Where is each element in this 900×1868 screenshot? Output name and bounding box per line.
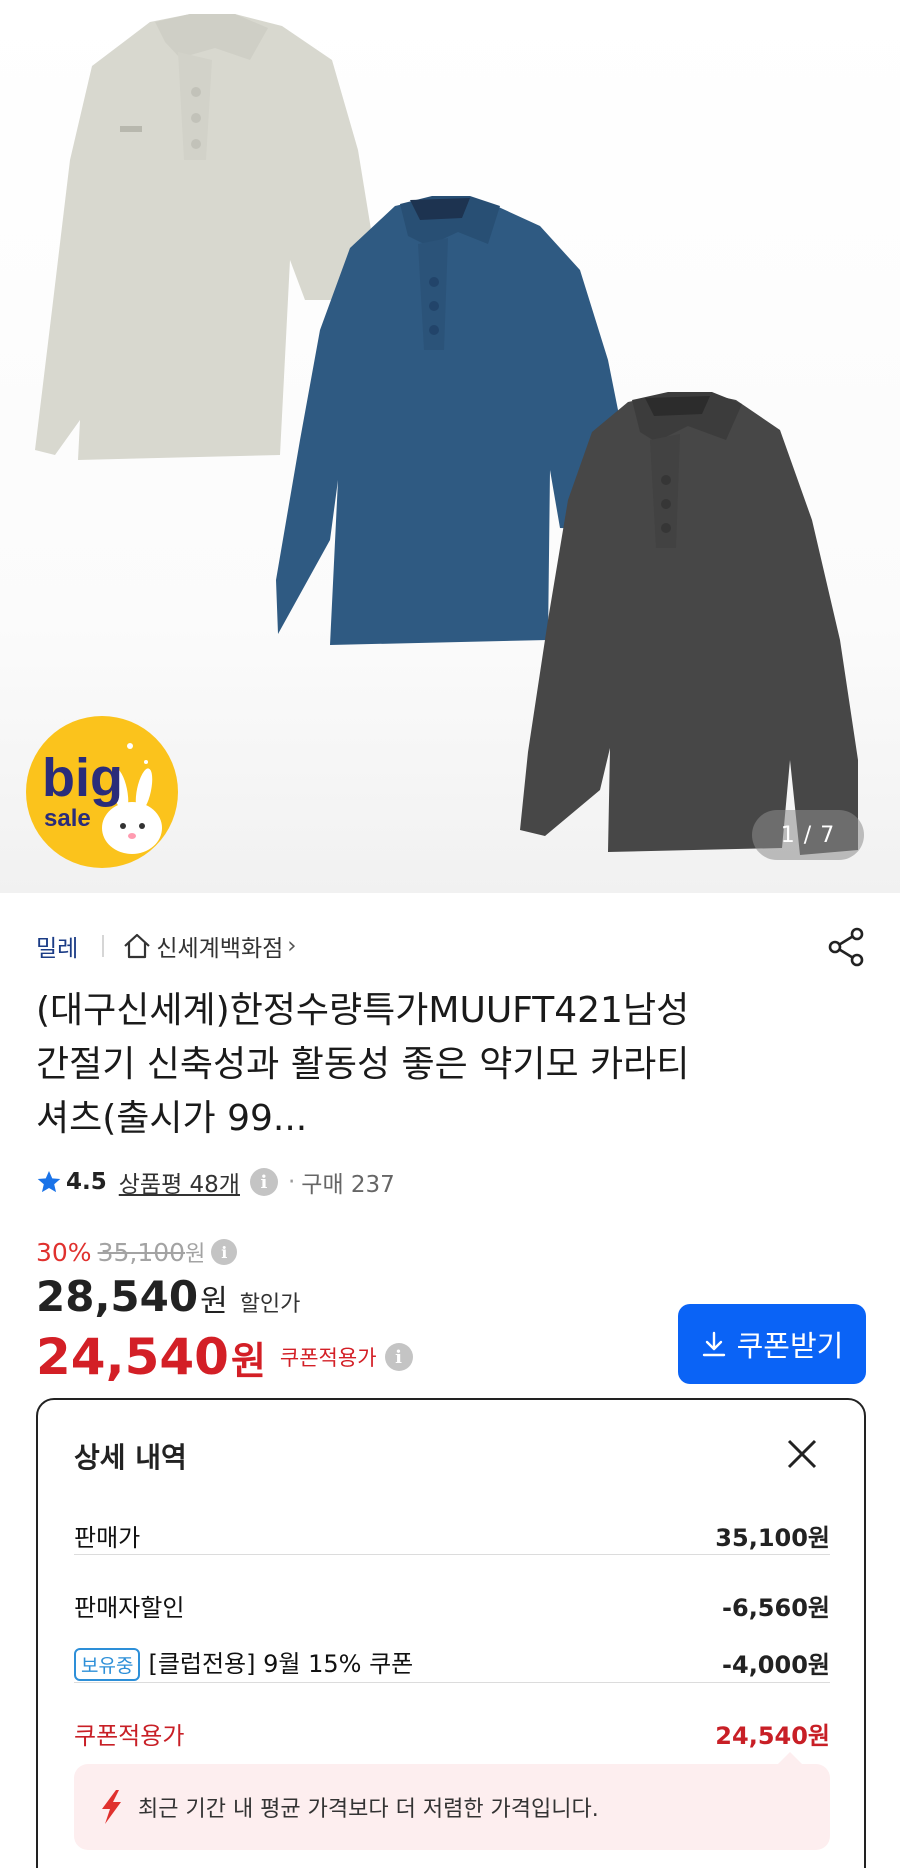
sale-price-unit: 원 <box>200 1284 228 1319</box>
original-price: 35,100 <box>97 1237 186 1267</box>
price-detail-panel: 상세 내역 판매가 35,100원 판매자할인 -6,560원 보유중 [클럽전용… <box>36 1398 866 1868</box>
product-title-line: 간절기 신축성과 활동성 좋은 약기모 카라티 <box>36 1044 690 1085</box>
product-title-line: 셔츠(출시가 99... <box>36 1098 308 1139</box>
lowest-price-text: 최근 기간 내 평균 가격보다 더 저렴한 가격입니다. <box>138 1797 599 1822</box>
star-icon <box>37 1170 61 1193</box>
owned-badge: 보유중 <box>74 1648 141 1681</box>
coupon-price-row: 24,540 원 쿠폰적용가 i <box>36 1326 413 1388</box>
detail-row-label: 판매자할인 <box>74 1594 185 1622</box>
detail-row-label: 쿠폰적용가 <box>74 1722 185 1750</box>
coupon-price-unit: 원 <box>230 1338 266 1383</box>
home-icon <box>124 933 151 959</box>
detail-row-coupon-price: 쿠폰적용가 24,540원 <box>74 1716 830 1751</box>
divider <box>102 935 105 957</box>
detail-row-value: -6,560원 <box>722 1594 830 1622</box>
divider <box>74 1554 830 1555</box>
badge-sale-text: sale <box>44 805 91 832</box>
separator-dot: · <box>287 1169 296 1195</box>
detail-row-list-price: 판매가 35,100원 <box>74 1518 830 1553</box>
detail-row-coupon: 보유중 [클럽전용] 9월 15% 쿠폰 -4,000원 <box>74 1644 830 1681</box>
store-link[interactable]: 신세계백화점 › <box>122 929 297 963</box>
image-counter: 1 / 7 <box>752 810 864 860</box>
close-icon[interactable] <box>784 1436 820 1472</box>
original-price-row: 30% 35,100 원 i <box>36 1236 238 1268</box>
product-title-line: (대구신세계)한정수량특가MUUFT421남성 <box>36 990 690 1031</box>
detail-row-value: 24,540원 <box>715 1722 830 1750</box>
chevron-right-icon: › <box>287 933 297 959</box>
coupon-price: 24,540 <box>36 1328 229 1386</box>
detail-row-seller-discount: 판매자할인 -6,560원 <box>74 1588 830 1623</box>
panel-title: 상세 내역 <box>74 1441 187 1474</box>
store-name: 신세계백화점 <box>156 936 284 962</box>
coupon-price-label: 쿠폰적용가 <box>279 1346 377 1370</box>
lowest-price-notice: 최근 기간 내 평균 가격보다 더 저렴한 가격입니다. <box>74 1764 830 1850</box>
coupon-name: [클럽전용] 9월 15% 쿠폰 <box>148 1650 414 1678</box>
coupon-download-button[interactable]: 쿠폰받기 <box>678 1304 866 1384</box>
divider <box>74 1682 830 1683</box>
sale-price-label: 할인가 <box>239 1292 301 1317</box>
discount-rate: 30% <box>36 1237 92 1267</box>
info-icon[interactable]: i <box>211 1239 238 1265</box>
purchase-count: 구매 237 <box>301 1172 395 1198</box>
badge-big-text: big <box>42 748 123 808</box>
sale-price-row: 28,540 원 할인가 <box>36 1272 300 1324</box>
sale-price: 28,540 <box>36 1272 199 1321</box>
reviews-link[interactable]: 상품평 48개 <box>119 1165 240 1199</box>
brand-link[interactable]: 밀레 <box>36 929 78 963</box>
rating-row: 4.5 상품평 48개 i · 구매 237 <box>36 1164 395 1200</box>
detail-row-label: 판매가 <box>74 1524 141 1552</box>
lightning-icon <box>102 1790 121 1824</box>
original-price-unit: 원 <box>185 1242 206 1267</box>
detail-row-value: 35,100원 <box>715 1524 830 1552</box>
share-icon[interactable] <box>826 926 868 968</box>
info-icon[interactable]: i <box>384 1343 413 1371</box>
rating-score: 4.5 <box>66 1169 107 1195</box>
detail-row-value: -4,000원 <box>722 1651 830 1679</box>
product-title: (대구신세계)한정수량특가MUUFT421남성 간절기 신축성과 활동성 좋은 … <box>36 984 856 1146</box>
tooltip-arrow <box>778 1752 802 1764</box>
detail-row-label: 보유중 [클럽전용] 9월 15% 쿠폰 <box>74 1644 413 1681</box>
download-icon <box>702 1331 725 1357</box>
coupon-button-label: 쿠폰받기 <box>736 1329 844 1363</box>
brand-row: 밀레 신세계백화점 › <box>36 928 297 964</box>
big-sale-badge: big sale <box>26 716 178 868</box>
info-icon[interactable]: i <box>249 1168 278 1196</box>
product-image-gallery[interactable]: big sale 1 / 7 <box>0 0 900 893</box>
